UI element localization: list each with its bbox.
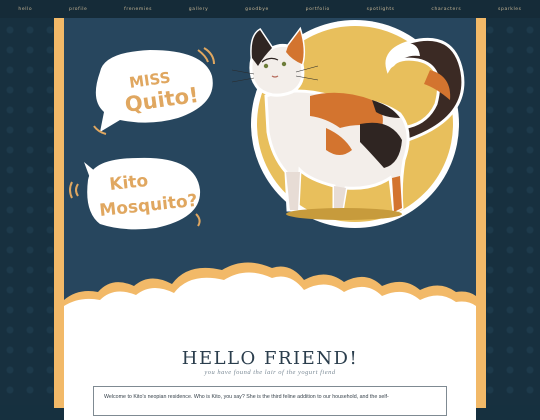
intro-text: Welcome to Kito's neopian residence. Who… bbox=[104, 394, 389, 400]
nav-sparkles[interactable]: sparkles bbox=[498, 7, 522, 12]
nav-goodbye[interactable]: goodbye bbox=[245, 7, 269, 12]
nav-profile[interactable]: profile bbox=[69, 7, 87, 12]
speech-bubble-miss-quito: MISS Quito! bbox=[93, 47, 215, 135]
bubble-text-kito: Kito bbox=[108, 171, 149, 195]
intro-box: Welcome to Kito's neopian residence. Who… bbox=[93, 386, 447, 416]
cloud-shape bbox=[64, 272, 476, 330]
nav-hello[interactable]: hello bbox=[18, 7, 32, 12]
page-subtitle: you have found the lair of the yogurt fi… bbox=[204, 369, 336, 376]
nav-characters[interactable]: characters bbox=[431, 7, 461, 12]
top-nav: hello profile frenemies gallery goodbye … bbox=[0, 0, 540, 18]
nav-gallery[interactable]: gallery bbox=[189, 7, 209, 12]
page-title: HELLO FRIEND! bbox=[181, 348, 359, 369]
nav-spotlights[interactable]: spotlights bbox=[367, 7, 395, 12]
nav-portfolio[interactable]: portfolio bbox=[306, 7, 330, 12]
nav-frenemies[interactable]: frenemies bbox=[124, 7, 152, 12]
speech-bubble-kito-mosquito: Kito Mosquito? bbox=[69, 157, 201, 230]
banner-artwork: MISS Quito! Kito Mosquito? bbox=[64, 20, 476, 330]
